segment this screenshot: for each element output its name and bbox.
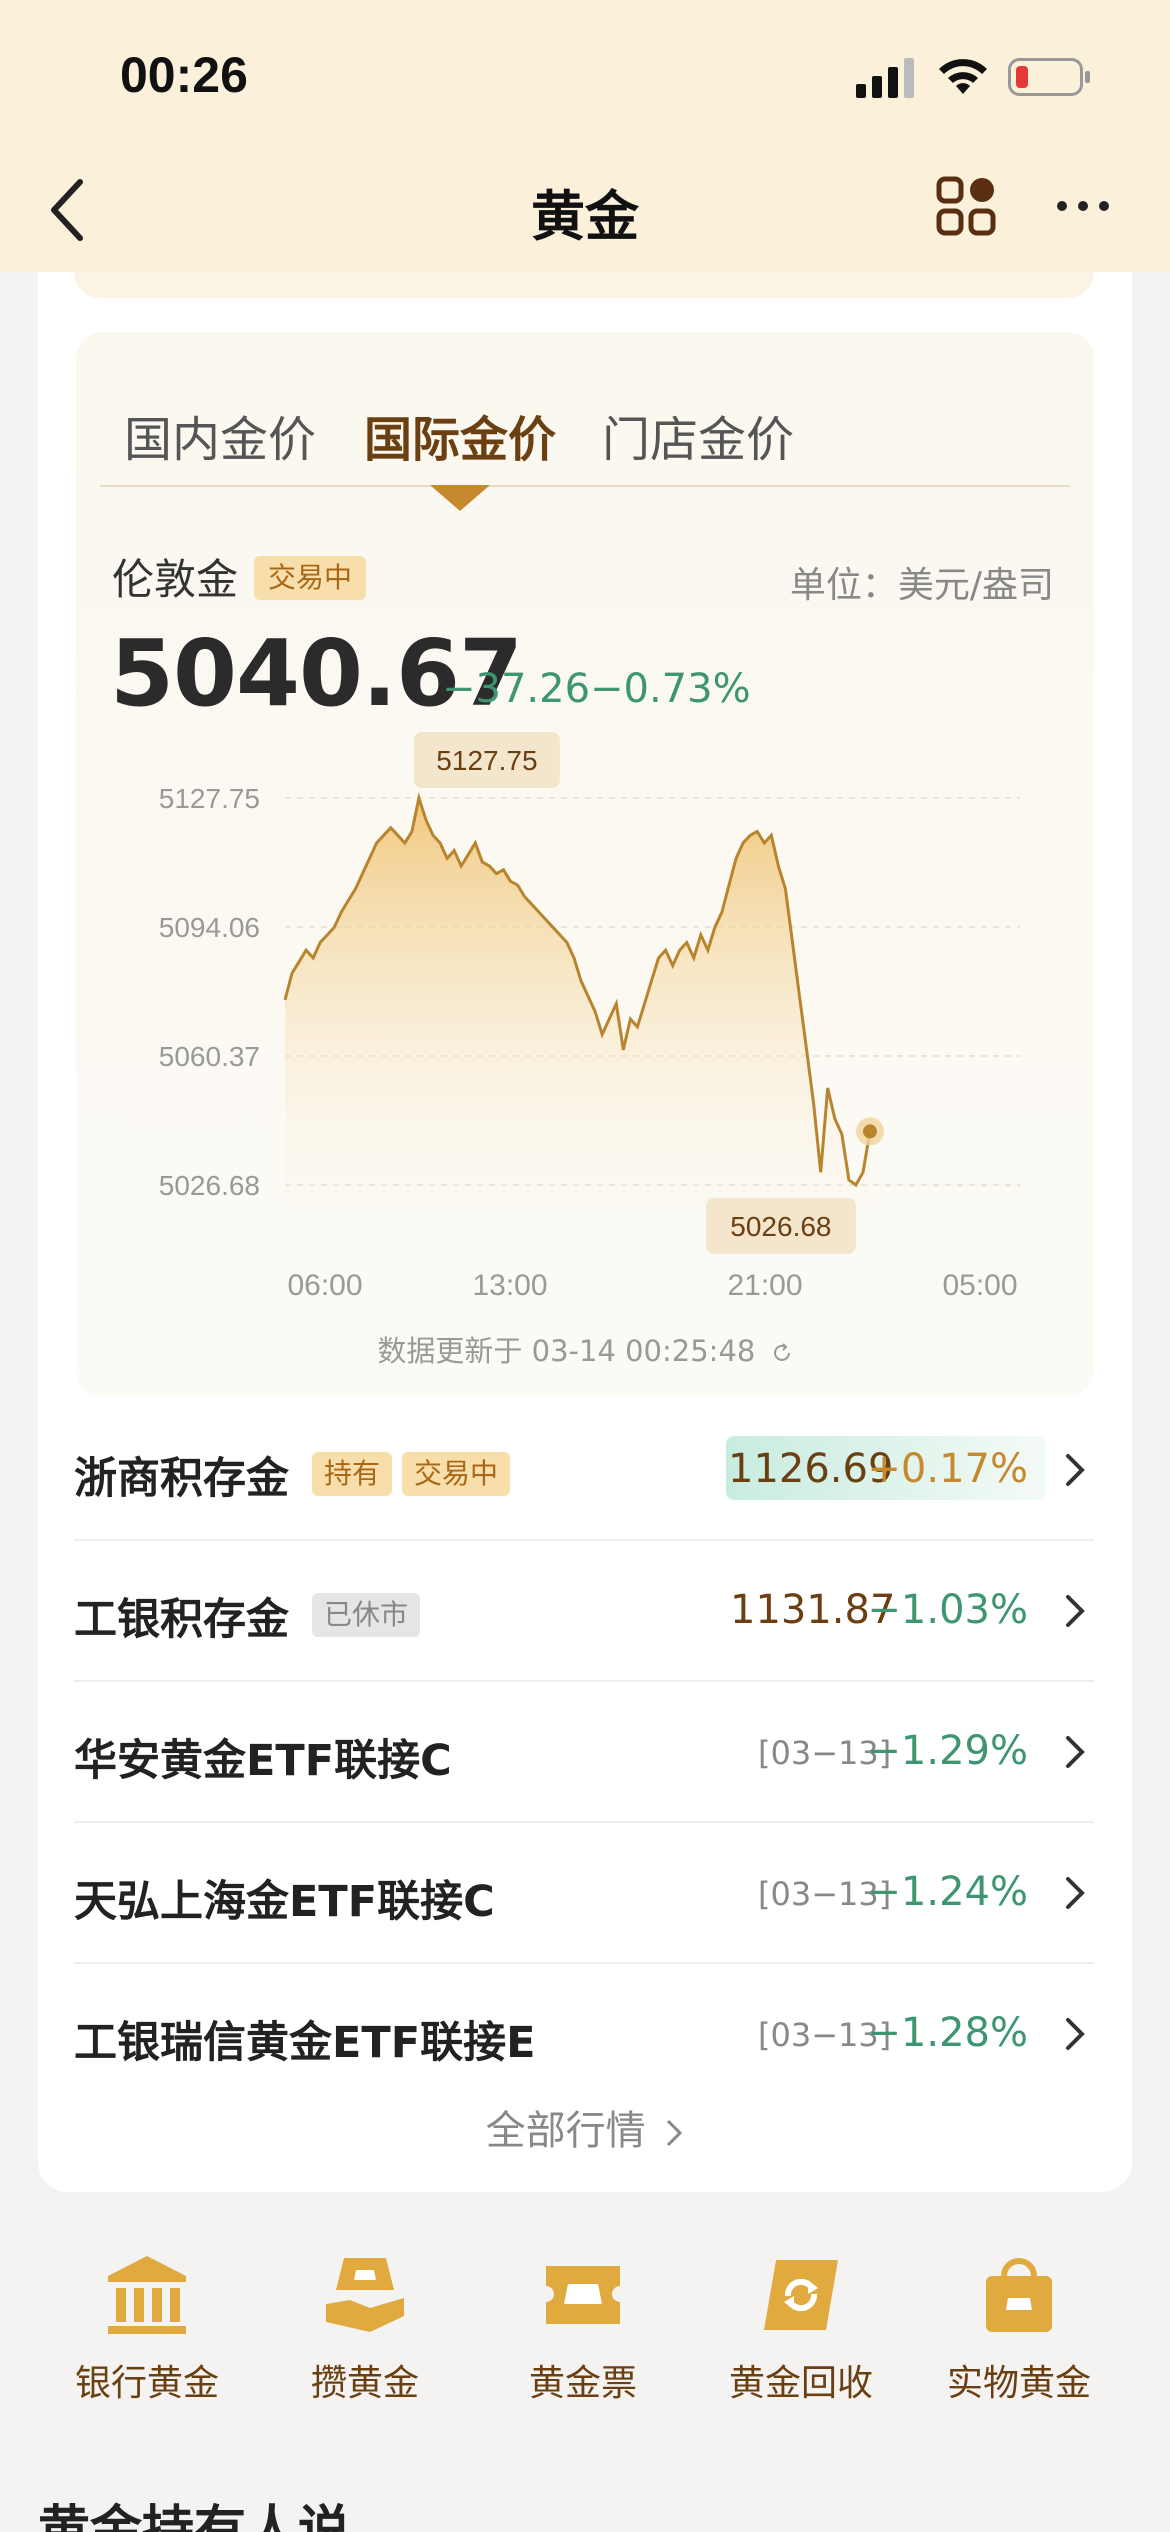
product-name: 天弘上海金ETF联接C [74, 1877, 495, 1927]
chevron-right-icon [1066, 1595, 1085, 1627]
refresh-icon[interactable] [771, 1342, 793, 1364]
product-change: +0.17% [867, 1446, 1028, 1492]
list-item[interactable]: 工银瑞信黄金ETF联接E [03−13] −1.28% [74, 1964, 1094, 2105]
product-change: −1.29% [867, 1728, 1028, 1774]
holding-badge: 持有 [312, 1452, 393, 1496]
gold-product-list: 浙商积存金 持有 交易中 1126.69 +0.17% 工银积存金 已休市 11… [74, 1400, 1094, 2105]
price-chart[interactable]: 5127.75 5094.06 5060.37 5026.68 06:00 13:00 21… [110, 720, 1040, 1320]
chevron-right-icon [1066, 1877, 1085, 1909]
cellular-signal-icon [856, 58, 914, 98]
trading-status-badge: 交易中 [254, 556, 367, 600]
shortcut-save-gold[interactable]: 攒黄金 [256, 2250, 474, 2406]
chevron-right-icon [1066, 1454, 1085, 1486]
high-price-label: 5127.75 [436, 745, 537, 776]
active-tab-indicator [430, 485, 490, 511]
recycle-icon [764, 2260, 838, 2330]
update-time-text: 数据更新于 03-14 00:25:48 [377, 1334, 756, 1368]
list-item[interactable]: 浙商积存金 持有 交易中 1126.69 +0.17% [74, 1400, 1094, 1541]
metal-name: 伦敦金 [112, 555, 239, 604]
coin-hand-icon [326, 2258, 404, 2332]
price-change-percent: −0.73% [590, 666, 751, 712]
ticket-icon [546, 2266, 620, 2324]
price-change: −37.26 [442, 666, 591, 712]
product-change: −1.28% [867, 2010, 1028, 2056]
shortcut-label: 攒黄金 [310, 2363, 419, 2404]
all-market-link[interactable]: 全部行情 [0, 2098, 1170, 2156]
top-bar: 00:26 黄金 [0, 0, 1170, 272]
product-name: 工银瑞信黄金ETF联接E [74, 2018, 536, 2068]
product-name: 华安黄金ETF联接C [74, 1736, 452, 1786]
more-icon[interactable] [1056, 196, 1110, 216]
low-price-label: 5026.68 [730, 1211, 831, 1242]
y-tick-label: 5094.06 [159, 912, 260, 943]
update-time-note: 数据更新于 03-14 00:25:48 [0, 1328, 1170, 1370]
closed-badge: 已休市 [312, 1593, 421, 1637]
product-name: 浙商积存金 [74, 1454, 289, 1504]
all-market-label: 全部行情 [485, 2108, 646, 2154]
tab-domestic-price[interactable]: 国内金价 [124, 400, 316, 470]
shortcut-physical-gold[interactable]: 实物黄金 [910, 2250, 1128, 2406]
shortcut-bank-gold[interactable]: 银行黄金 [38, 2250, 256, 2406]
unit-label: 单位：美元/盎司 [789, 565, 1054, 606]
product-name: 工银积存金 [74, 1595, 289, 1645]
y-tick-label: 5026.68 [159, 1170, 260, 1201]
trading-badge: 交易中 [402, 1452, 511, 1496]
x-tick-label: 21:00 [727, 1269, 802, 1302]
list-item[interactable]: 华安黄金ETF联接C [03−13] −1.29% [74, 1682, 1094, 1823]
shortcut-gold-ticket[interactable]: 黄金票 [474, 2250, 692, 2406]
gold-bag-icon [986, 2258, 1052, 2332]
shortcut-gold-recycle[interactable]: 黄金回收 [692, 2250, 910, 2406]
shortcut-label: 黄金票 [528, 2363, 637, 2404]
y-tick-label: 5127.75 [159, 783, 260, 814]
chevron-right-icon [1066, 1736, 1085, 1768]
x-tick-label: 13:00 [472, 1269, 547, 1302]
tab-store-price[interactable]: 门店金价 [602, 400, 794, 470]
price-tabs: 国内金价 国际金价 门店金价 [98, 388, 1070, 488]
x-tick-label: 05:00 [942, 1269, 1017, 1302]
product-change: −1.03% [867, 1587, 1028, 1633]
grid-menu-icon[interactable] [936, 176, 996, 236]
shortcut-label: 黄金回收 [728, 2363, 873, 2404]
bank-icon [108, 2256, 186, 2334]
shortcut-label: 实物黄金 [946, 2363, 1091, 2404]
status-time: 00:26 [120, 47, 248, 103]
product-change: −1.24% [867, 1869, 1028, 1915]
chevron-right-icon [667, 2119, 683, 2147]
shortcut-bar: 银行黄金 攒黄金 黄金票 黄金回收 实物黄金 [38, 2250, 1132, 2410]
current-point [863, 1124, 877, 1139]
shortcut-label: 银行黄金 [74, 2363, 219, 2404]
y-tick-label: 5060.37 [159, 1041, 260, 1072]
x-tick-label: 06:00 [287, 1269, 362, 1302]
tab-international-price[interactable]: 国际金价 [364, 400, 556, 470]
section-title: 黄金持有人说 [38, 2501, 351, 2532]
wifi-icon [939, 59, 987, 94]
list-item[interactable]: 工银积存金 已休市 1131.87 −1.03% [74, 1541, 1094, 1682]
chevron-right-icon [1066, 2018, 1085, 2050]
tab-divider [100, 485, 1070, 487]
list-item[interactable]: 天弘上海金ETF联接C [03−13] −1.24% [74, 1823, 1094, 1964]
chart-area-fill [285, 798, 870, 1205]
battery-icon [1008, 58, 1090, 96]
